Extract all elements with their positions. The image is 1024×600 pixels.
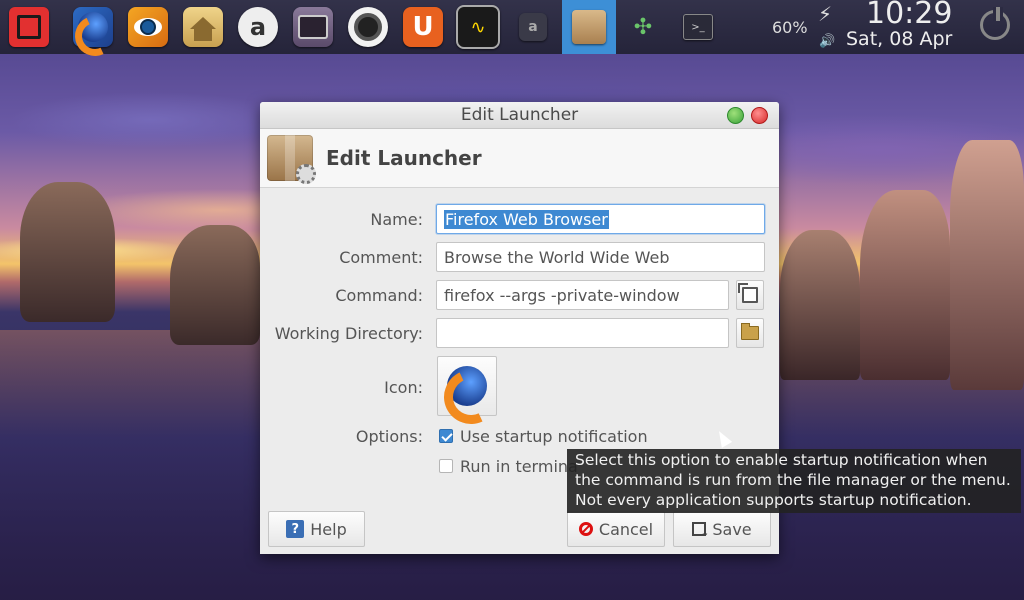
options-label: Options: (355, 427, 423, 446)
cancel-icon (578, 522, 593, 536)
folder-icon (741, 323, 759, 340)
system-monitor-icon: ∿ (456, 5, 500, 49)
startup-notification-checkbox[interactable] (439, 429, 453, 443)
camera-app-launcher[interactable] (344, 3, 392, 51)
save-button-label: Save (712, 519, 752, 539)
tooltip-line: Select this option to enable startup not… (575, 451, 988, 469)
home-folder-icon (183, 7, 223, 47)
working-directory-label: Working Directory: (274, 324, 423, 343)
eye-icon (128, 7, 168, 47)
window-titlebar[interactable]: Edit Launcher (260, 102, 779, 129)
browse-command-button[interactable] (736, 280, 764, 310)
icon-chooser-button[interactable] (437, 356, 497, 416)
command-label: Command: (335, 286, 423, 305)
name-field[interactable]: Firefox Web Browser (436, 204, 765, 234)
icon-label: Icon: (384, 378, 423, 397)
puzzle-icon: ✣ (633, 14, 653, 40)
firefox-launcher[interactable] (69, 3, 117, 51)
comment-label: Comment: (339, 248, 423, 267)
close-button[interactable] (751, 107, 768, 124)
firefox-icon (447, 366, 487, 406)
working-directory-field[interactable] (436, 318, 729, 348)
startup-notification-tooltip: Select this option to enable startup not… (567, 449, 1021, 513)
name-field-value: Firefox Web Browser (444, 210, 609, 229)
system-monitor-launcher[interactable]: ∿ (454, 3, 502, 51)
save-icon (692, 522, 710, 539)
a-app-launcher[interactable]: a (234, 3, 282, 51)
battery-indicator[interactable]: 60% (772, 18, 808, 37)
wallpaper-rock (780, 230, 860, 380)
name-label: Name: (370, 210, 423, 229)
dialog-header: Edit Launcher (260, 129, 779, 188)
terminal-launcher[interactable]: >_ (674, 3, 722, 51)
cancel-button-label: Cancel (598, 519, 654, 539)
clock-date[interactable]: Sat, 08 Apr (846, 28, 952, 50)
clock-time[interactable]: 10:29 (866, 0, 952, 31)
maximize-button[interactable] (727, 107, 744, 124)
dialog-header-title: Edit Launcher (326, 146, 482, 170)
window-title: Edit Launcher (460, 105, 579, 125)
tooltip-line: Not every application supports startup n… (575, 491, 972, 509)
command-field[interactable]: firefox --args -private-window (436, 280, 729, 310)
power-square-icon (9, 7, 49, 47)
home-folder-launcher[interactable] (179, 3, 227, 51)
wallpaper-rock (950, 140, 1024, 390)
camera-lens-icon (348, 7, 388, 47)
volume-icon[interactable]: 🔊 (819, 34, 835, 49)
eye-app-launcher[interactable] (124, 3, 172, 51)
shutdown-launcher[interactable] (5, 3, 53, 51)
terminal-icon: >_ (683, 14, 713, 40)
wallpaper-rock (860, 190, 950, 380)
run-in-terminal-label[interactable]: Run in termina (460, 457, 578, 476)
run-in-terminal-checkbox[interactable] (439, 459, 453, 473)
power-icon[interactable] (980, 7, 1010, 40)
save-button[interactable]: Save (673, 511, 771, 547)
u-app-launcher[interactable]: U (399, 3, 447, 51)
startup-notification-label[interactable]: Use startup notification (460, 427, 648, 446)
a-app-small-launcher[interactable]: a (509, 3, 557, 51)
wallpaper-rock (20, 182, 115, 322)
package-settings-icon (267, 135, 316, 184)
a-letter-icon: a (238, 7, 278, 47)
u-letter-icon: U (403, 7, 443, 47)
a-letter-small-icon: a (519, 13, 547, 41)
firefox-icon (73, 7, 113, 47)
help-icon: ? (286, 520, 305, 538)
help-button[interactable]: ? Help (268, 511, 365, 547)
network-icon[interactable]: ⚡ (818, 2, 832, 26)
edit-launcher-taskitem[interactable] (562, 0, 616, 54)
package-box-icon (572, 10, 606, 44)
puzzle-app-launcher[interactable]: ✣ (619, 3, 667, 51)
browse-directory-button[interactable] (736, 318, 764, 348)
tooltip-line: the command is run from the file manager… (575, 471, 1011, 489)
comment-field[interactable]: Browse the World Wide Web (436, 242, 765, 272)
help-button-label: Help (310, 519, 347, 539)
radio-icon (293, 7, 333, 47)
radio-app-launcher[interactable] (289, 3, 337, 51)
cancel-button[interactable]: Cancel (567, 511, 665, 547)
copy-icon (738, 283, 758, 303)
top-panel: a U ∿ a ✣ >_ 60% ⚡ 🔊 10:29 Sat, 08 Apr (0, 0, 1024, 54)
